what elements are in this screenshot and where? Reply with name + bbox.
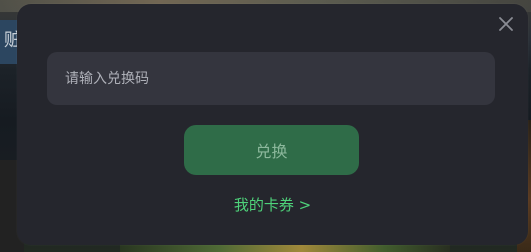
redeem-button[interactable]: 兑换	[184, 125, 359, 175]
redeem-button-label: 兑换	[255, 142, 288, 161]
close-button[interactable]	[496, 14, 516, 34]
redeem-code-input[interactable]	[47, 52, 495, 105]
my-coupons-link[interactable]: 我的卡券 >	[17, 194, 528, 215]
redeem-code-modal: 兑换 我的卡券 >	[17, 4, 528, 245]
my-coupons-label: 我的卡券 >	[233, 196, 312, 214]
close-icon[interactable]	[496, 14, 516, 34]
